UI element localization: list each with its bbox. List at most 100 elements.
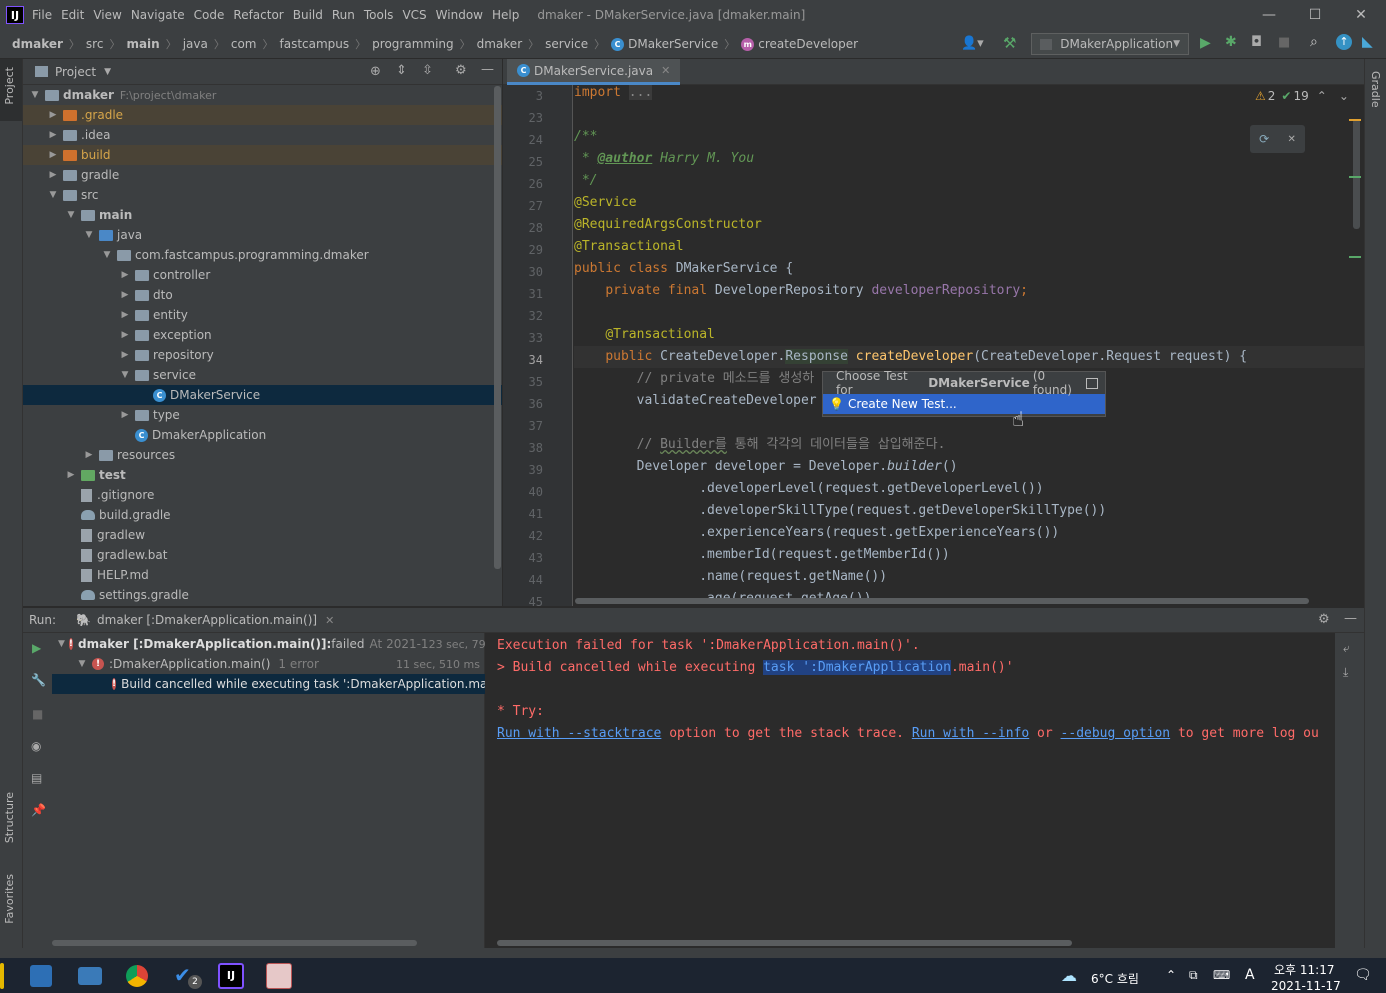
close-tab-icon[interactable]: ✕ (325, 614, 334, 627)
tree-item[interactable]: ▶ build (23, 145, 502, 165)
chevron-up-icon[interactable]: ⌃ (1166, 968, 1176, 982)
tree-hscrollbar[interactable] (52, 940, 417, 946)
line-number[interactable]: 33 (503, 331, 543, 345)
line-number[interactable]: 26 (503, 177, 543, 191)
clock-date[interactable]: 2021-11-17 (1271, 979, 1341, 993)
line-number[interactable]: 43 (503, 551, 543, 565)
coverage-icon[interactable]: ◘ (1251, 34, 1262, 50)
chevron-right-icon[interactable]: ▶ (47, 170, 59, 180)
code-line[interactable]: public CreateDeveloper.Response createDe… (574, 346, 1247, 368)
breadcrumb-dmaker-package[interactable]: dmaker (477, 37, 523, 51)
menu-file[interactable]: File (32, 8, 52, 22)
eye-icon[interactable]: ◉ (31, 739, 41, 753)
code-line[interactable]: @RequiredArgsConstructor (574, 214, 762, 236)
code-line[interactable]: .experienceYears(request.getExperienceYe… (574, 522, 1059, 544)
tree-item[interactable]: .gitignore (23, 485, 502, 505)
chevron-right-icon[interactable]: ▶ (119, 410, 131, 420)
code-line[interactable]: Developer developer = Developer.builder(… (574, 456, 958, 478)
tree-item[interactable]: ▶ test (23, 465, 502, 485)
tree-item[interactable]: ▼ java (23, 225, 502, 245)
breadcrumb-programming[interactable]: programming (372, 37, 453, 51)
line-number[interactable]: 34 (503, 353, 543, 367)
tree-item[interactable]: ▶ .gradle (23, 105, 502, 125)
debug-link[interactable]: --debug option (1061, 726, 1171, 741)
chevron-down-icon[interactable]: ▼ (76, 659, 88, 669)
layout-icon[interactable]: ▤ (31, 771, 42, 785)
intellij-taskbar-icon[interactable]: IJ (218, 962, 244, 989)
warning-marker[interactable] (1349, 119, 1361, 121)
project-panel-title[interactable]: Project (55, 65, 96, 79)
editor-hscrollbar[interactable] (575, 598, 1309, 604)
line-number[interactable]: 27 (503, 199, 543, 213)
network-icon[interactable]: ⧉ (1189, 968, 1198, 983)
line-number[interactable]: 28 (503, 221, 543, 235)
breadcrumb-src[interactable]: src (86, 37, 104, 51)
wrench-icon[interactable]: 🔧 (31, 673, 46, 687)
chevron-right-icon[interactable]: ▶ (83, 450, 95, 460)
intellij-logo-icon[interactable]: IJ (6, 6, 24, 24)
maximize-icon[interactable]: ☐ (1292, 0, 1338, 30)
chevron-right-icon[interactable]: ▶ (119, 310, 131, 320)
run-tab[interactable]: dmaker [:DmakerApplication.main()] (97, 613, 317, 627)
collapse-all-icon[interactable]: ⇳ (422, 63, 433, 78)
user-icon[interactable]: 👤▾ (961, 36, 984, 51)
code-line[interactable]: validateCreateDeveloper (574, 390, 817, 412)
inspection-widget[interactable]: ⚠ 2 ✔ 19 ⌃ ⌄ (1255, 89, 1349, 103)
breadcrumb-com[interactable]: com (231, 37, 257, 51)
chevron-right-icon[interactable]: ▶ (119, 290, 131, 300)
tree-item[interactable]: ▼ service (23, 365, 502, 385)
folder-icon[interactable] (0, 962, 4, 989)
code-line[interactable]: */ (574, 170, 598, 192)
chevron-down-icon[interactable]: ▼ (65, 210, 77, 220)
code-line[interactable]: import ... (574, 82, 653, 104)
plugin-icon[interactable]: ◣ (1362, 34, 1373, 50)
line-number[interactable]: 39 (503, 463, 543, 477)
tree-item[interactable]: ▶ exception (23, 325, 502, 345)
close-icon[interactable]: ✕ (1338, 0, 1384, 30)
favorites-tab-label[interactable]: Favorites (3, 874, 16, 924)
tree-item[interactable]: ▶ type (23, 405, 502, 425)
tree-item[interactable]: HELP.md (23, 565, 502, 585)
breadcrumb-dmaker[interactable]: dmaker (12, 37, 63, 51)
code-line[interactable]: @Transactional (574, 324, 715, 346)
build-hammer-icon[interactable]: ⚒ (1003, 34, 1016, 52)
minimize-icon[interactable]: — (1246, 0, 1292, 30)
tree-item[interactable]: settings.gradle (23, 585, 502, 605)
tree-item[interactable]: gradlew (23, 525, 502, 545)
editor-scrollbar[interactable] (1353, 119, 1360, 229)
change-marker[interactable] (1349, 176, 1361, 178)
code-line[interactable]: .name(request.getName()) (574, 566, 887, 588)
soft-wrap-icon[interactable]: ⤶ (1343, 641, 1350, 656)
chevron-down-icon[interactable]: ⌄ (1339, 89, 1349, 103)
tree-item[interactable]: ▼ main (23, 205, 502, 225)
store-icon[interactable] (30, 964, 52, 987)
gear-icon[interactable]: ⚙ (455, 63, 467, 78)
structure-tab-label[interactable]: Structure (3, 792, 16, 843)
line-number[interactable]: 37 (503, 419, 543, 433)
keyboard-icon[interactable]: ⌨ (1213, 968, 1230, 982)
tree-item[interactable]: ▼ src (23, 185, 502, 205)
code-line[interactable]: // Builder를 통해 각각의 데이터들을 삽입해준다. (574, 434, 946, 456)
line-number[interactable]: 44 (503, 573, 543, 587)
breadcrumb-java[interactable]: java (183, 37, 208, 51)
update-icon[interactable]: ↑ (1336, 34, 1352, 50)
line-number[interactable]: 36 (503, 397, 543, 411)
gradle-reload-widget[interactable]: ⟳ ✕ (1250, 125, 1305, 153)
chevron-down-icon[interactable]: ▼ (119, 370, 131, 380)
close-tab-icon[interactable]: ✕ (661, 64, 670, 77)
ime-indicator[interactable]: A (1245, 967, 1255, 983)
code-line[interactable]: // private 메소드를 생성하 (574, 368, 815, 390)
chevron-right-icon[interactable]: ▶ (119, 270, 131, 280)
menu-window[interactable]: Window (436, 8, 483, 22)
build-tree-task[interactable]: ▼ ! :DmakerApplication.main() 1 error 11… (52, 654, 485, 674)
menu-refactor[interactable]: Refactor (233, 8, 283, 22)
line-number[interactable]: 32 (503, 309, 543, 323)
tree-item[interactable]: ▶ entity (23, 305, 502, 325)
expand-all-icon[interactable]: ⇕ (396, 63, 407, 78)
line-number[interactable]: 38 (503, 441, 543, 455)
todo-icon[interactable]: ✔ 2 (174, 963, 202, 989)
change-marker[interactable] (1349, 256, 1361, 258)
chevron-down-icon[interactable]: ▼ (47, 190, 59, 200)
locate-icon[interactable]: ⊕ (370, 64, 381, 79)
menu-run[interactable]: Run (332, 8, 355, 22)
